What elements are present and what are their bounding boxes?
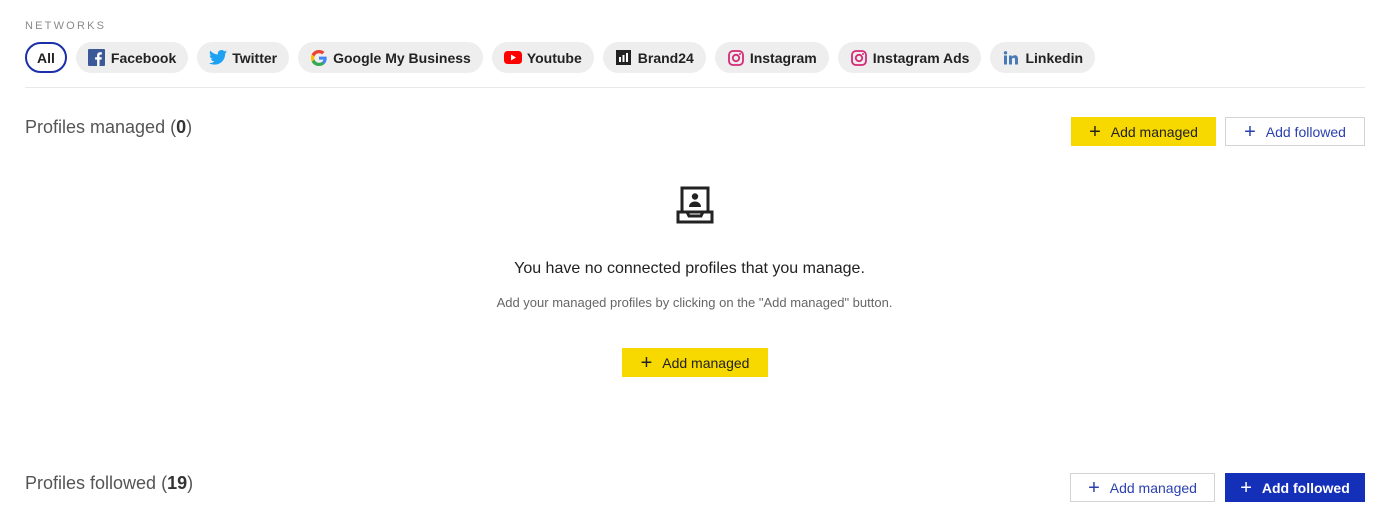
empty-add-managed-label: Add managed: [662, 354, 750, 371]
chip-twitter[interactable]: Twitter: [197, 42, 290, 73]
empty-add-managed-button[interactable]: + Add managed: [622, 348, 768, 377]
followed-add-managed-button[interactable]: + Add managed: [1070, 473, 1215, 502]
networks-label: NETWORKS: [25, 20, 107, 32]
plus-icon: +: [1088, 476, 1100, 499]
chip-label: Instagram: [749, 49, 817, 66]
followed-add-followed-label: Add followed: [1261, 479, 1350, 496]
followed-add-followed-button[interactable]: + Add followed: [1225, 473, 1365, 502]
instagram-icon: [850, 49, 868, 67]
followed-title-suffix: ): [187, 473, 194, 493]
plus-icon: +: [1240, 476, 1252, 499]
followed-add-managed-label: Add managed: [1109, 479, 1197, 496]
chip-label: Brand24: [637, 49, 694, 66]
chip-label: Google My Business: [333, 49, 471, 66]
plus-icon: +: [640, 351, 653, 374]
managed-title-prefix: Profiles managed (: [25, 117, 177, 137]
brand24-icon: [615, 49, 633, 67]
chip-instagram[interactable]: Instagram: [714, 42, 829, 73]
instagram-icon: [727, 49, 745, 67]
linkedin-icon: [1002, 49, 1020, 67]
followed-count: 19: [167, 473, 188, 493]
chip-label: Youtube: [526, 49, 582, 66]
chip-linkedin[interactable]: Linkedin: [990, 42, 1096, 73]
chip-google-my-business[interactable]: Google My Business: [298, 42, 483, 73]
network-filter-chips: All Facebook Twitter Google My Business …: [25, 42, 1096, 73]
plus-icon: +: [1244, 120, 1256, 143]
chip-label: All: [37, 49, 55, 66]
chip-youtube[interactable]: Youtube: [491, 42, 594, 73]
empty-state-title: You have no connected profiles that you …: [514, 260, 865, 277]
managed-section-title: Profiles managed (0): [25, 117, 192, 138]
followed-title-prefix: Profiles followed (: [25, 473, 168, 493]
profile-inbox-icon: [676, 185, 714, 230]
youtube-icon: [503, 49, 522, 67]
chip-label: Facebook: [110, 49, 177, 66]
managed-count: 0: [176, 117, 187, 137]
twitter-icon: [209, 49, 228, 67]
managed-title-suffix: ): [186, 117, 193, 137]
divider: [25, 87, 1365, 88]
chip-instagram-ads[interactable]: Instagram Ads: [837, 42, 982, 73]
add-managed-label: Add managed: [1110, 123, 1198, 140]
google-icon: [310, 49, 328, 67]
plus-icon: +: [1089, 120, 1101, 143]
chip-label: Linkedin: [1025, 49, 1084, 66]
chip-brand24[interactable]: Brand24: [602, 42, 706, 73]
chip-all[interactable]: All: [25, 42, 67, 73]
chip-label: Twitter: [232, 49, 278, 66]
followed-section-title: Profiles followed (19): [25, 473, 193, 494]
empty-state-subtitle: Add your managed profiles by clicking on…: [496, 295, 893, 310]
add-followed-label: Add followed: [1265, 123, 1346, 140]
chip-label: Instagram Ads: [872, 49, 970, 66]
chip-facebook[interactable]: Facebook: [75, 42, 189, 73]
add-managed-button[interactable]: + Add managed: [1071, 117, 1216, 146]
facebook-icon: [88, 49, 106, 67]
add-followed-button[interactable]: + Add followed: [1225, 117, 1365, 146]
